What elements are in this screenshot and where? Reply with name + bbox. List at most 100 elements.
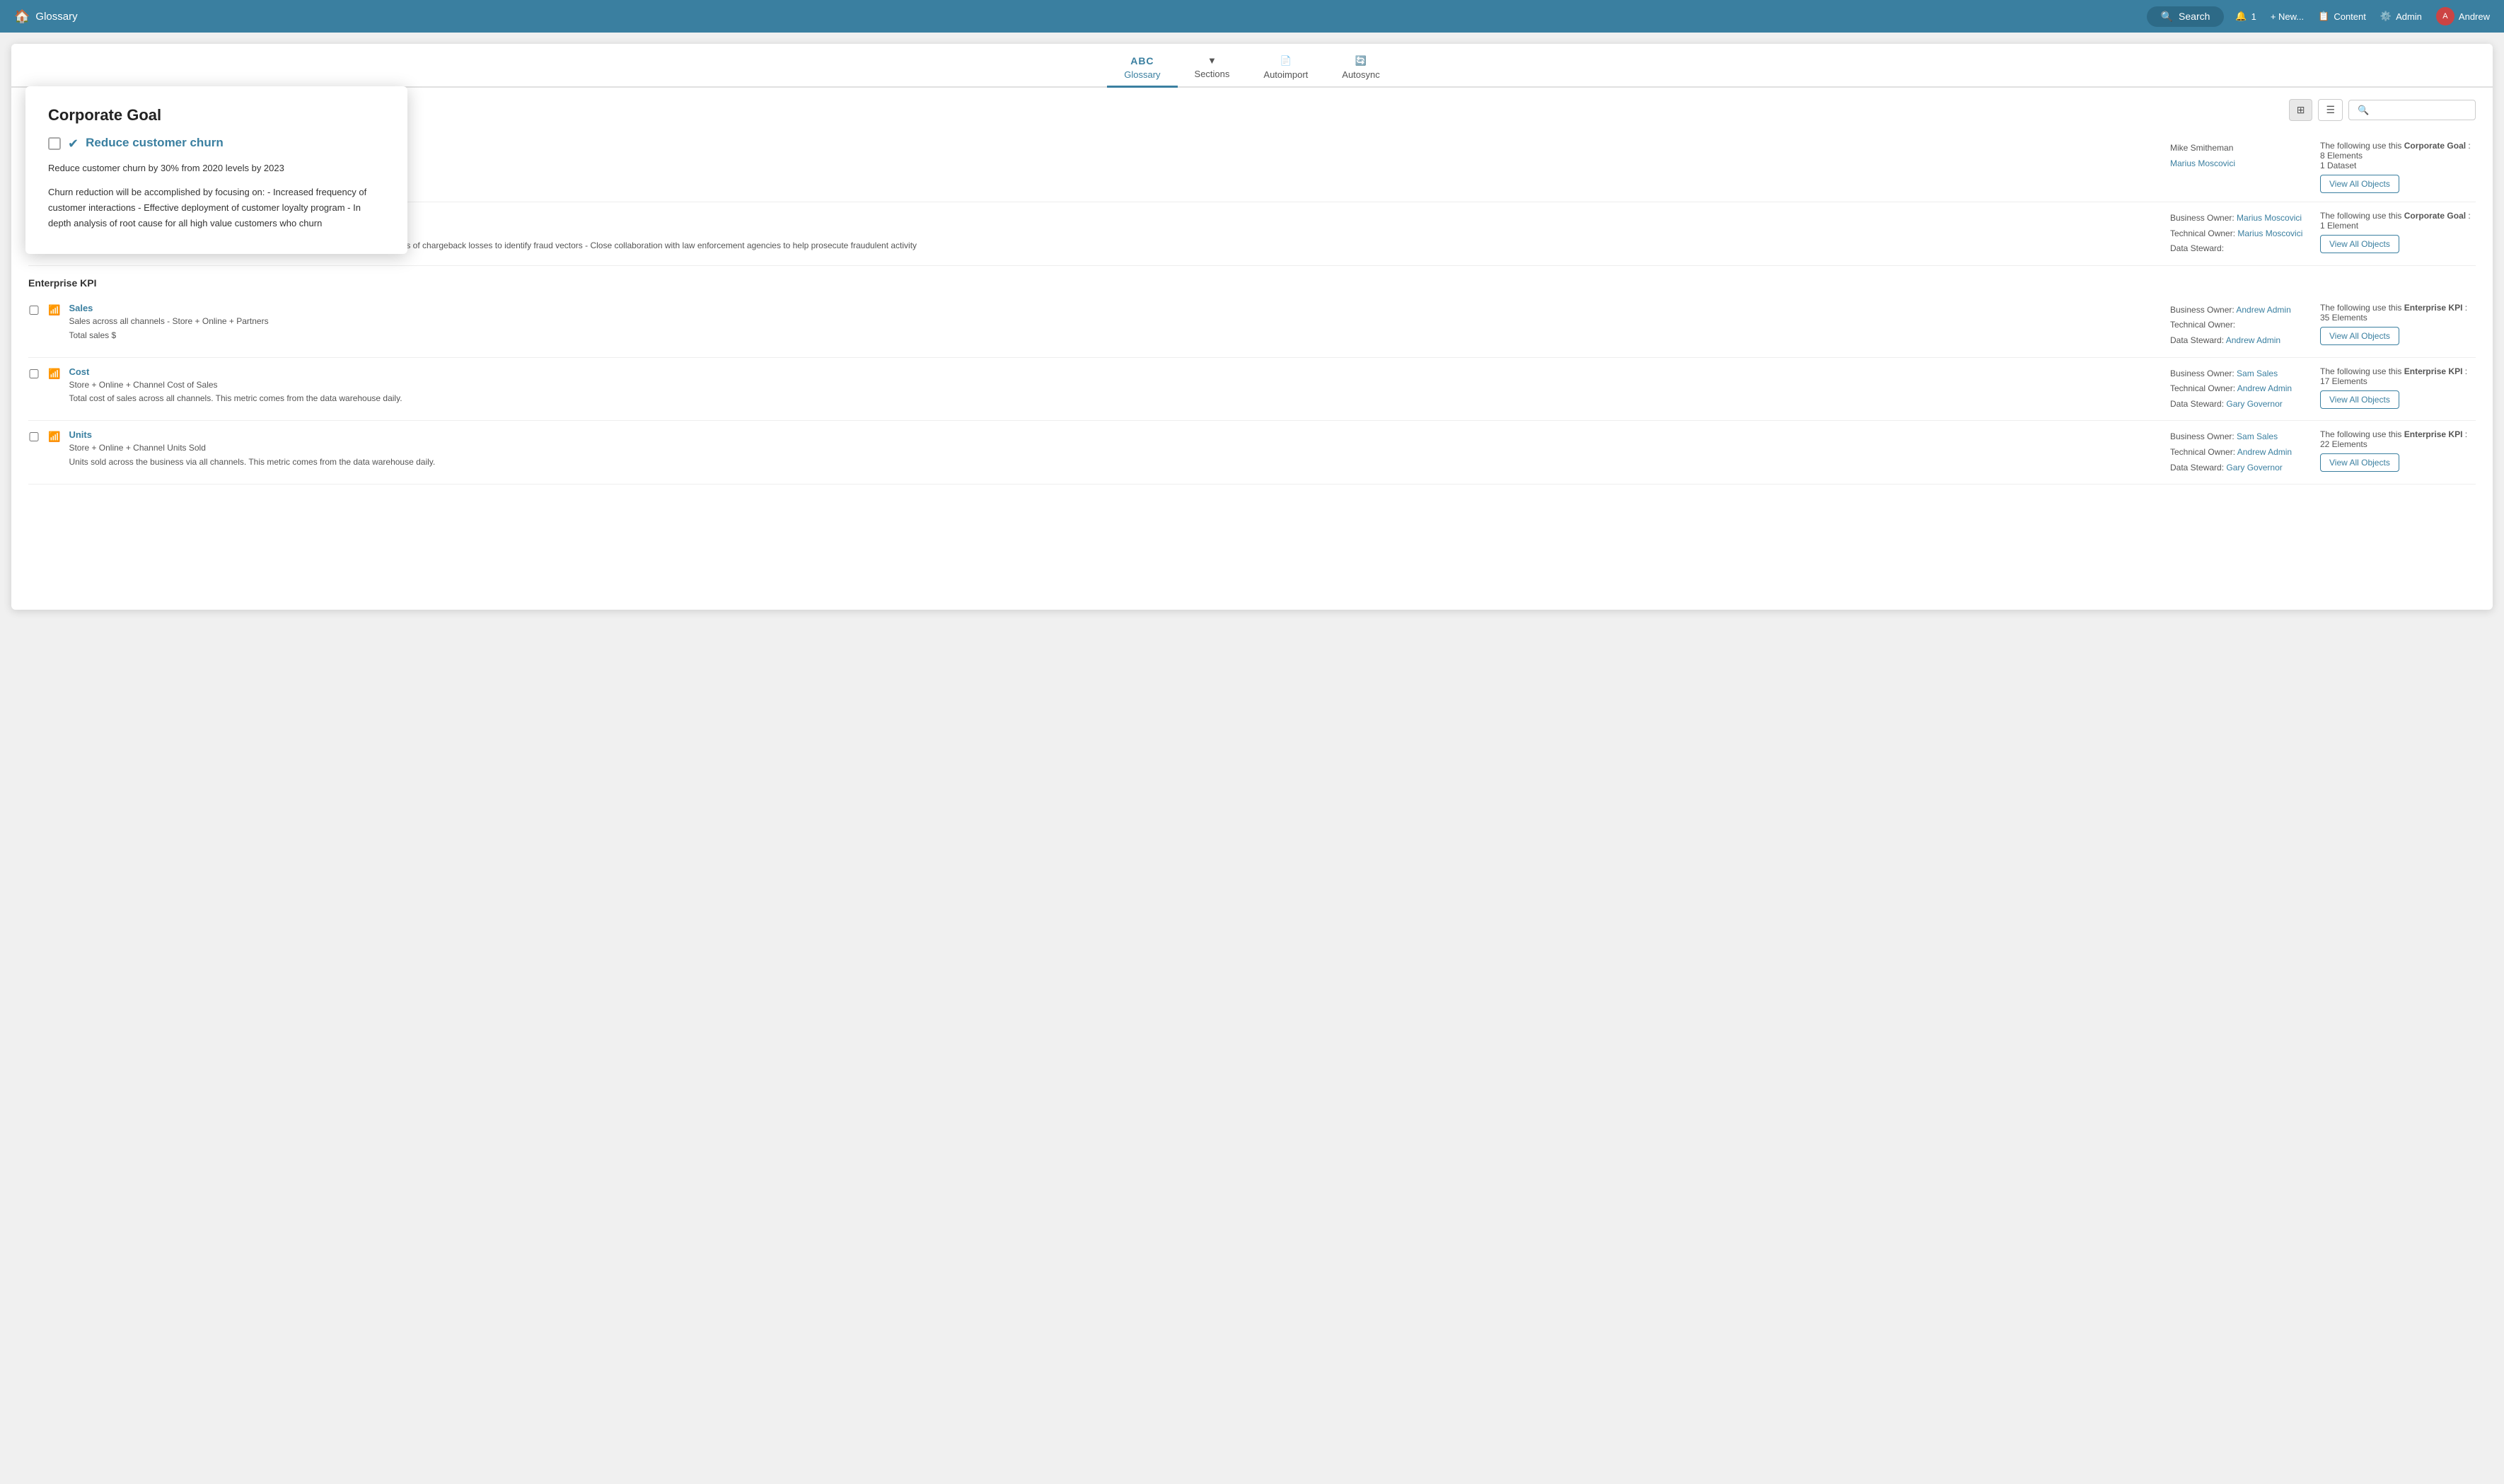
item-desc-cost2: Total cost of sales across all channels.… xyxy=(69,393,2162,405)
owner-link-units[interactable]: Sam Sales xyxy=(2237,431,2278,441)
autosync-tab-icon: 🔄 xyxy=(1355,55,1367,66)
tab-glossary[interactable]: ABC Glossary xyxy=(1107,50,1177,88)
steward-link-sales[interactable]: Andrew Admin xyxy=(2226,335,2280,345)
item-checkbox-cost[interactable] xyxy=(28,369,40,378)
usage-text-units: The following use this Enterprise KPI : xyxy=(2320,429,2476,439)
tech-owner-link-2[interactable]: Marius Moscovici xyxy=(2237,228,2302,238)
grid-view-button[interactable]: ⊞ xyxy=(2289,99,2313,121)
popup-checkbox[interactable] xyxy=(48,137,61,150)
tech-owner-link-cost[interactable]: Andrew Admin xyxy=(2237,383,2292,393)
steward-link-cost[interactable]: Gary Governor xyxy=(2226,399,2282,409)
steward-label-sales: Data Steward: xyxy=(2170,335,2226,345)
view-all-button-units[interactable]: View All Objects xyxy=(2320,453,2399,472)
user-menu[interactable]: A Andrew xyxy=(2436,7,2490,25)
steward-link-units[interactable]: Gary Governor xyxy=(2226,463,2282,473)
popup-checkmark-icon: ✔ xyxy=(68,137,79,151)
popup-short-desc: Reduce customer churn by 30% from 2020 l… xyxy=(48,161,385,176)
item-desc-sales: Sales across all channels - Store + Onli… xyxy=(69,315,2162,327)
owner-label: Mike Smitheman xyxy=(2170,143,2233,153)
usage-text-sales: The following use this Enterprise KPI : xyxy=(2320,303,2476,313)
item-usage-1: The following use this Corporate Goal : … xyxy=(2320,141,2476,193)
usage-text-2: The following use this Corporate Goal : xyxy=(2320,211,2476,221)
item-main-cost: Cost Store + Online + Channel Cost of Sa… xyxy=(69,366,2162,405)
item-main-units: Units Store + Online + Channel Units Sol… xyxy=(69,429,2162,468)
item-usage-units: The following use this Enterprise KPI : … xyxy=(2320,429,2476,472)
glossary-tab-label: Glossary xyxy=(1124,69,1160,80)
usage-text-cost: The following use this Enterprise KPI : xyxy=(2320,366,2476,376)
item-title-cost[interactable]: Cost xyxy=(69,366,2162,377)
popup-long-desc: Churn reduction will be accomplished by … xyxy=(48,185,385,231)
item-owners-units: Business Owner: Sam Sales Technical Owne… xyxy=(2170,429,2312,475)
item-owners-2: Business Owner: Marius Moscovici Technic… xyxy=(2170,211,2312,257)
item-icon-cost: 📶 xyxy=(48,368,60,380)
item-icon-units: 📶 xyxy=(48,431,60,443)
notifications-button[interactable]: 🔔 1 xyxy=(2235,11,2256,22)
owner-link-1[interactable]: Marius Moscovici xyxy=(2170,158,2235,168)
view-all-button-sales[interactable]: View All Objects xyxy=(2320,327,2399,345)
view-all-button-cost[interactable]: View All Objects xyxy=(2320,390,2399,409)
owner-label-units: Business Owner: xyxy=(2170,431,2237,441)
tab-autosync[interactable]: 🔄 Autosync xyxy=(1325,50,1396,88)
tech-owner-label-2: Technical Owner: xyxy=(2170,228,2237,238)
nav-logo[interactable]: 🏠 Glossary xyxy=(14,9,78,24)
home-icon: 🏠 xyxy=(14,9,30,24)
enterprise-kpi-header: Enterprise KPI xyxy=(28,272,2476,294)
popup-item-row: ✔ Reduce customer churn xyxy=(48,136,385,151)
owner-link-2[interactable]: Marius Moscovici xyxy=(2237,213,2302,223)
item-checkbox-sales[interactable] xyxy=(28,306,40,315)
autoimport-tab-label: Autoimport xyxy=(1263,69,1308,80)
gear-icon: ⚙️ xyxy=(2380,11,2392,22)
search-button[interactable]: 🔍 Search xyxy=(2147,6,2225,27)
item-owners-cost: Business Owner: Sam Sales Technical Owne… xyxy=(2170,366,2312,412)
content-button[interactable]: 📋 Content xyxy=(2318,11,2366,22)
search-icon: 🔍 xyxy=(2161,11,2173,23)
tech-owner-label-sales: Technical Owner: xyxy=(2170,320,2235,330)
sections-tab-label: Sections xyxy=(1195,69,1230,79)
steward-label-cost: Data Steward: xyxy=(2170,399,2226,409)
tab-sections[interactable]: ▼ Sections xyxy=(1178,50,1247,88)
autosync-tab-label: Autosync xyxy=(1342,69,1379,80)
table-row: 📶 Units Store + Online + Channel Units S… xyxy=(28,421,2476,485)
avatar: A xyxy=(2436,7,2454,25)
new-button[interactable]: + New... xyxy=(2271,11,2304,22)
item-title-sales[interactable]: Sales xyxy=(69,303,2162,313)
bell-icon: 🔔 xyxy=(2235,11,2247,22)
item-checkbox-units[interactable] xyxy=(28,432,40,441)
tech-owner-label-units: Technical Owner: xyxy=(2170,447,2237,457)
view-all-button-1[interactable]: View All Objects xyxy=(2320,175,2399,193)
usage-elements-units: 22 Elements xyxy=(2320,439,2476,449)
admin-button[interactable]: ⚙️ Admin xyxy=(2380,11,2422,22)
list-view-button[interactable]: ☰ xyxy=(2318,99,2343,121)
tab-bar: ABC Glossary ▼ Sections 📄 Autoimport 🔄 A… xyxy=(11,44,2493,88)
user-label: Andrew xyxy=(2459,11,2490,22)
top-navigation: 🏠 Glossary 🔍 Search 🔔 1 + New... 📋 Conte… xyxy=(0,0,2504,33)
autoimport-tab-icon: 📄 xyxy=(1280,55,1292,66)
usage-elements-1: 8 Elements xyxy=(2320,151,2476,161)
popup-item-title[interactable]: Reduce customer churn xyxy=(86,136,224,150)
steward-label-2: Data Steward: xyxy=(2170,243,2224,253)
content-label: Content xyxy=(2334,11,2366,22)
tech-owner-label-cost: Technical Owner: xyxy=(2170,383,2237,393)
search-label: Search xyxy=(2179,11,2210,22)
admin-label: Admin xyxy=(2396,11,2422,22)
item-icon-sales: 📶 xyxy=(48,304,60,316)
steward-label-units: Data Steward: xyxy=(2170,463,2226,473)
view-all-button-2[interactable]: View All Objects xyxy=(2320,235,2399,253)
item-usage-sales: The following use this Enterprise KPI : … xyxy=(2320,303,2476,345)
owner-link-cost[interactable]: Sam Sales xyxy=(2237,369,2278,378)
table-row: 📶 Cost Store + Online + Channel Cost of … xyxy=(28,358,2476,422)
item-desc-sales2: Total sales $ xyxy=(69,330,2162,342)
item-title-units[interactable]: Units xyxy=(69,429,2162,440)
owner-label-sales: Business Owner: xyxy=(2170,305,2236,315)
item-usage-cost: The following use this Enterprise KPI : … xyxy=(2320,366,2476,409)
owner-label-2: Business Owner: xyxy=(2170,213,2237,223)
tech-owner-link-units[interactable]: Andrew Admin xyxy=(2237,447,2292,457)
usage-elements-2: 1 Element xyxy=(2320,221,2476,231)
notification-count: 1 xyxy=(2251,11,2256,22)
sections-tab-icon: ▼ xyxy=(1207,55,1217,66)
item-desc-cost: Store + Online + Channel Cost of Sales xyxy=(69,379,2162,391)
item-main-sales: Sales Sales across all channels - Store … xyxy=(69,303,2162,342)
owner-link-sales[interactable]: Andrew Admin xyxy=(2236,305,2290,315)
tab-autoimport[interactable]: 📄 Autoimport xyxy=(1246,50,1325,88)
content-search-input[interactable] xyxy=(2348,100,2476,120)
